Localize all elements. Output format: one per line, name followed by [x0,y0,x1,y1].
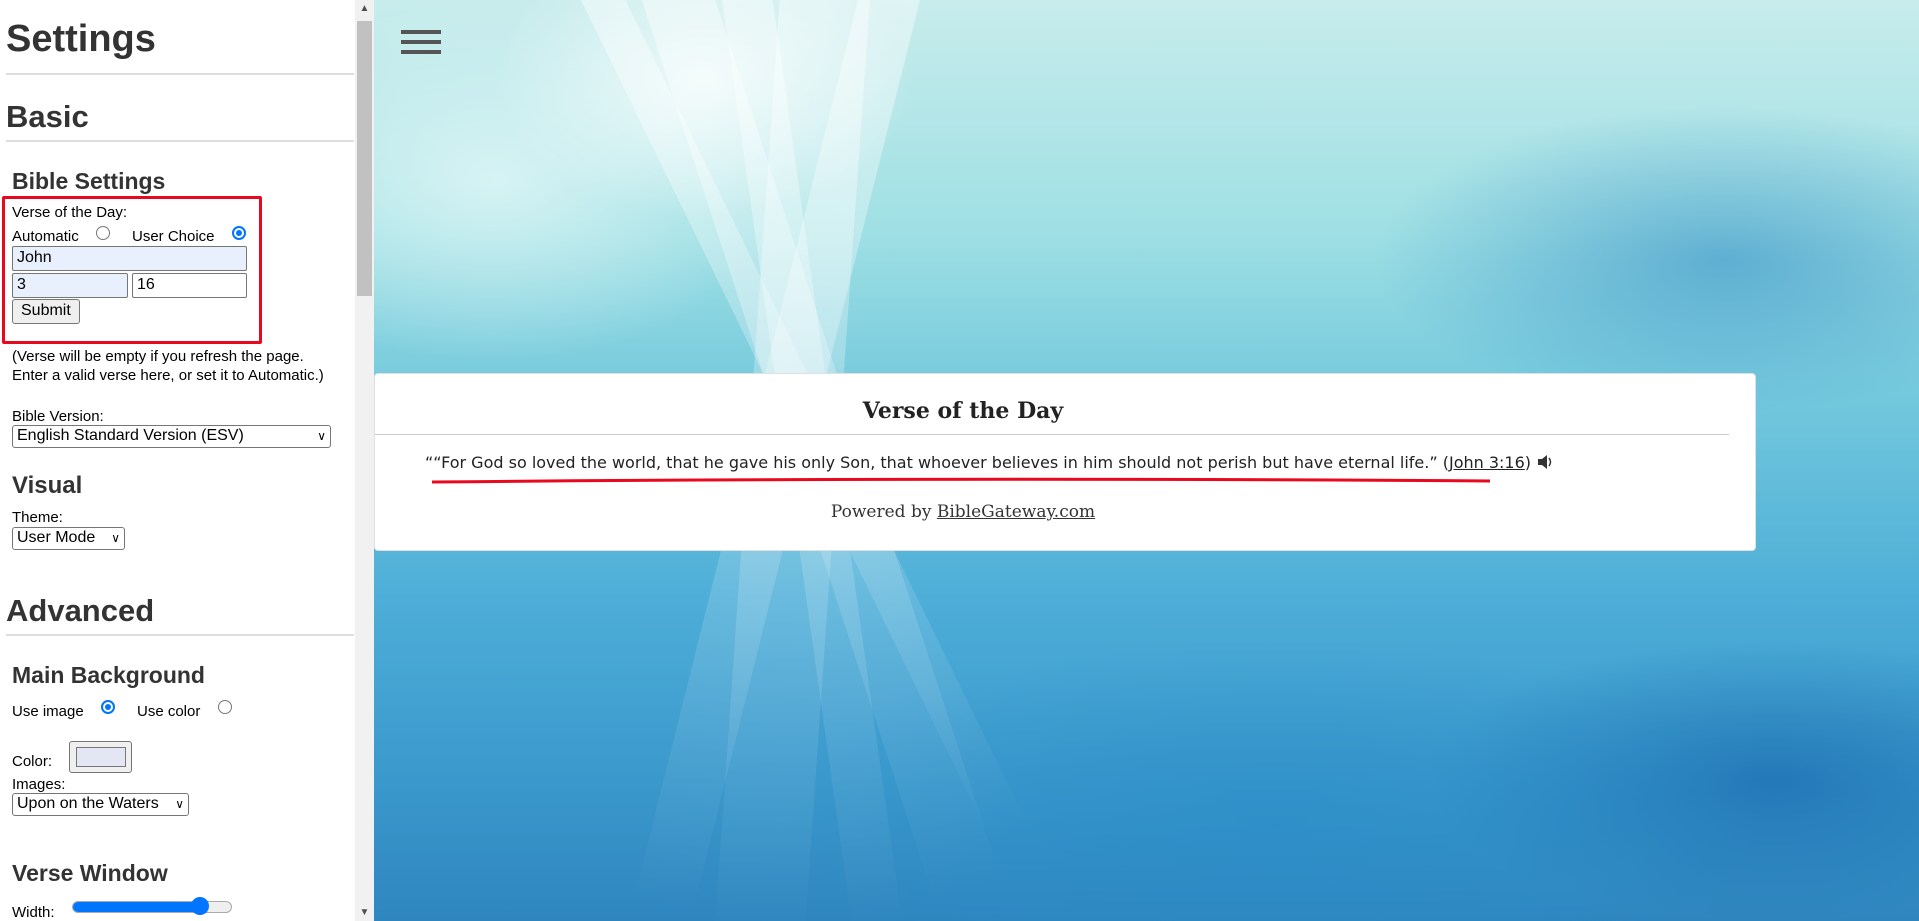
ref-close-paren: ) [1524,453,1532,472]
chapter-input[interactable]: 3 [12,273,128,298]
use-color-radio[interactable] [218,700,232,714]
bible-version-label: Bible Version: [12,408,104,425]
settings-content: Settings Basic Bible Settings Verse of t… [0,0,355,921]
width-slider-thumb[interactable] [191,897,209,915]
scroll-up-icon[interactable]: ▲ [355,0,374,17]
background-image-value: Upon on the Waters [17,795,159,812]
scroll-down-icon[interactable]: ▼ [355,904,374,921]
bible-version-select[interactable]: English Standard Version (ESV) ∨ [12,425,331,448]
biblegateway-link[interactable]: BibleGateway.com [937,502,1095,522]
refresh-note-line1: (Verse will be empty if you refresh the … [12,348,304,365]
powered-by-label: Powered by [830,502,937,522]
use-image-label: Use image [12,703,84,720]
divider [6,140,354,142]
hamburger-menu-icon[interactable] [401,30,441,58]
divider [375,434,1729,435]
user-choice-radio[interactable] [232,226,246,240]
sidebar-scrollbar[interactable]: ▲ ▼ [355,0,374,921]
background-image-select[interactable]: Upon on the Waters ∨ [12,793,189,816]
powered-by: Powered by BibleGateway.com [375,502,1551,522]
settings-panel: Settings Basic Bible Settings Verse of t… [0,0,374,921]
verse-red-underline [432,477,1490,484]
width-slider-fill [73,902,200,912]
main-background-heading: Main Background [12,662,205,688]
verse-text: “For God so loved the world, that he gav… [433,453,1438,472]
chevron-down-icon: ∨ [175,797,184,811]
verse-window-heading: Verse Window [12,860,168,886]
verse-of-day-label: Verse of the Day: [12,204,128,221]
theme-value: User Mode [17,529,96,546]
verse-card: Verse of the Day ““For God so loved the … [374,373,1756,551]
scrollbar-thumb[interactable] [357,21,372,296]
divider [6,634,354,636]
theme-select[interactable]: User Mode ∨ [12,527,125,550]
settings-title: Settings [6,18,156,60]
width-label: Width: [12,904,55,921]
color-label: Color: [12,753,53,770]
visual-heading: Visual [12,472,83,499]
user-choice-label: User Choice [132,228,215,245]
advanced-heading: Advanced [6,593,155,628]
divider [6,73,354,75]
color-swatch [76,747,126,767]
verse-card-title: Verse of the Day [862,398,1064,424]
use-color-label: Use color [137,703,201,720]
background-color-picker[interactable] [69,741,132,773]
automatic-label: Automatic [12,228,79,245]
speaker-icon[interactable] [1537,454,1555,470]
images-label: Images: [12,776,66,793]
bible-settings-heading: Bible Settings [12,168,166,194]
theme-label: Theme: [12,509,63,526]
bible-version-value: English Standard Version (ESV) [17,427,244,444]
verse-input[interactable]: 16 [132,273,247,298]
refresh-note-line2: Enter a valid verse here, or set it to A… [12,367,324,384]
verse-line: ““For God so loved the world, that he ga… [425,453,1625,472]
book-input[interactable]: John [12,246,247,271]
submit-button[interactable]: Submit [12,299,80,324]
automatic-radio[interactable] [96,226,110,240]
chevron-down-icon: ∨ [111,531,120,545]
chevron-down-icon: ∨ [317,429,326,443]
use-image-radio[interactable] [101,700,115,714]
basic-heading: Basic [6,99,89,134]
verse-reference-link[interactable]: John 3:16 [1449,453,1525,472]
